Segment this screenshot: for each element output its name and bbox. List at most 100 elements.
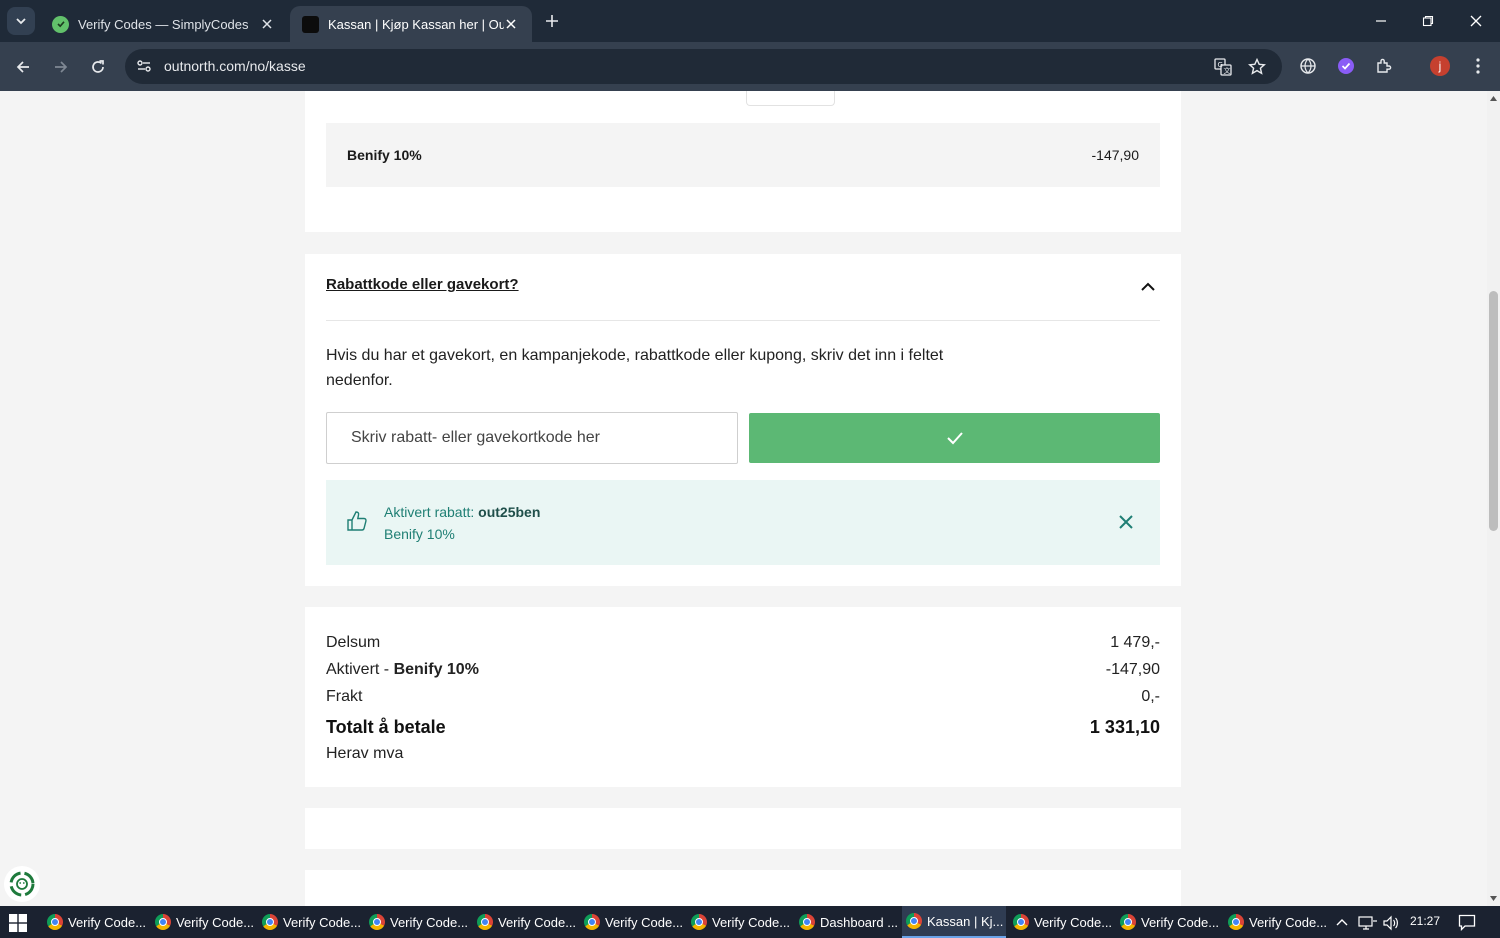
tab-title: Verify Codes — SimplyCodes (78, 16, 249, 32)
reload-button[interactable] (86, 55, 110, 79)
extensions-puzzle-icon[interactable] (1372, 54, 1396, 78)
empty-panel (305, 870, 1181, 906)
taskbar-item[interactable]: Verify Code... (1009, 906, 1113, 938)
plus-icon (546, 15, 558, 27)
discount-value: -147,90 (1105, 661, 1160, 678)
chrome-icon (369, 914, 385, 930)
minimize-button[interactable] (1368, 8, 1394, 34)
arrow-right-icon (55, 61, 68, 73)
taskbar-item[interactable]: Verify Code... (580, 906, 684, 938)
bookmark-star-icon[interactable] (1247, 57, 1267, 82)
chrome-icon (47, 914, 63, 930)
back-button[interactable] (11, 55, 35, 79)
tab-search-button[interactable] (7, 7, 35, 35)
order-summary-card: Delsum 1 479,- Aktivert - Benify 10% -14… (305, 607, 1181, 787)
active-discount-code: out25ben (478, 504, 541, 520)
taskbar-item[interactable]: Verify Code... (473, 906, 577, 938)
total-label: Totalt å betale (326, 717, 446, 737)
volume-icon[interactable] (1382, 915, 1400, 931)
subtotal-row: Delsum 1 479,- (326, 634, 1160, 652)
translate-icon[interactable]: G文 (1213, 57, 1233, 82)
taskbar-item[interactable]: Verify Code... (687, 906, 791, 938)
tray-icons (1335, 914, 1400, 932)
profile-avatar[interactable]: j (1430, 56, 1450, 76)
chrome-icon (477, 914, 493, 930)
taskbar-item[interactable]: Verify Code... (43, 906, 147, 938)
chevron-up-icon[interactable] (1335, 916, 1349, 930)
shipping-value: 0,- (1141, 688, 1160, 705)
taskbar-item-active[interactable]: Kassan | Kj... (902, 906, 1006, 938)
total-row: Totalt å betale 1 331,10 (326, 717, 1160, 738)
site-settings-icon[interactable] (135, 57, 153, 80)
floating-widget-button[interactable] (4, 866, 40, 902)
windows-taskbar: Verify Code... Verify Code... Verify Cod… (0, 906, 1500, 938)
arrow-left-icon (16, 61, 29, 73)
promo-description: Hvis du har et gavekort, en kampanjekode… (326, 347, 944, 389)
remove-discount-icon[interactable] (1117, 513, 1135, 531)
taskbar-item[interactable]: Verify Code... (258, 906, 362, 938)
taskbar-item[interactable]: Dashboard ... (795, 906, 899, 938)
checkmark-icon (946, 432, 963, 445)
promo-toggle[interactable]: Rabattkode eller gavekort? (326, 276, 519, 293)
chrome-icon (1013, 914, 1029, 930)
order-discount-row: Benify 10% -147,90 (326, 123, 1160, 187)
close-tab-icon[interactable] (258, 15, 276, 33)
active-discount-label: Aktivert rabatt: out25ben (384, 504, 541, 520)
page-scrollbar[interactable] (1487, 91, 1500, 906)
windows-start-icon[interactable] (9, 914, 27, 932)
outnorth-favicon-icon (302, 15, 319, 33)
chevron-up-icon[interactable] (1138, 277, 1158, 297)
scroll-up-arrow-icon[interactable] (1489, 94, 1498, 103)
chrome-icon (691, 914, 707, 930)
discount-row: Aktivert - Benify 10% -147,90 (326, 661, 1160, 679)
discount-amount: -147,90 (1091, 147, 1139, 163)
chrome-icon (799, 914, 815, 930)
total-value: 1 331,10 (1089, 717, 1160, 737)
tab-verify-codes[interactable]: Verify Codes — SimplyCodes (40, 6, 288, 42)
active-discount-name: Benify 10% (384, 526, 455, 542)
page-viewport: Benify 10% -147,90 Rabattkode eller gave… (0, 91, 1487, 906)
quantity-box-partial[interactable] (746, 91, 835, 106)
close-icon (1470, 15, 1482, 27)
svg-text:G: G (1218, 61, 1223, 69)
browser-toolbar: outnorth.com/no/kasse G文 (0, 42, 1500, 91)
shipping-row: Frakt 0,- (326, 688, 1160, 706)
chrome-icon (906, 913, 922, 929)
simplycodes-favicon-icon (52, 15, 69, 33)
network-icon[interactable] (1358, 915, 1378, 931)
recycle-logo-icon (9, 871, 35, 897)
order-lines-card: Benify 10% -147,90 (305, 91, 1181, 232)
restore-icon (1422, 15, 1434, 27)
svg-text:文: 文 (1224, 66, 1231, 75)
chrome-icon (262, 914, 278, 930)
promo-code-card: Rabattkode eller gavekort? Hvis du har e… (305, 254, 1181, 586)
taskbar-item[interactable]: Verify Code... (365, 906, 469, 938)
vat-row: Herav mva (326, 745, 1160, 763)
url-text[interactable]: outnorth.com/no/kasse (164, 58, 306, 74)
close-window-button[interactable] (1463, 8, 1489, 34)
forward-button[interactable] (49, 55, 73, 79)
subtotal-label: Delsum (326, 634, 381, 651)
scroll-down-arrow-icon[interactable] (1489, 894, 1498, 903)
address-bar[interactable]: outnorth.com/no/kasse G文 (125, 49, 1282, 84)
chrome-icon (155, 914, 171, 930)
notification-icon[interactable] (1458, 914, 1476, 931)
vat-label: Herav mva (326, 745, 404, 762)
globe-extension-icon[interactable] (1296, 54, 1320, 78)
divider (326, 320, 1160, 321)
browser-menu-icon[interactable] (1466, 54, 1490, 78)
tab-title: Kassan | Kjøp Kassan her | Outn (328, 16, 504, 32)
restore-button[interactable] (1415, 8, 1441, 34)
apply-code-button[interactable] (749, 413, 1160, 463)
new-tab-button[interactable] (541, 10, 563, 32)
promo-code-input[interactable] (326, 412, 738, 464)
taskbar-item[interactable]: Verify Code... (1224, 906, 1328, 938)
scrollbar-thumb[interactable] (1489, 291, 1498, 531)
close-tab-icon[interactable] (502, 15, 520, 33)
tab-kassan[interactable]: Kassan | Kjøp Kassan her | Outn (290, 6, 532, 42)
simplycodes-extension-icon[interactable] (1334, 54, 1358, 78)
clock[interactable]: 21:27 (1410, 914, 1440, 928)
shipping-label: Frakt (326, 688, 363, 705)
taskbar-item[interactable]: Verify Code... (1116, 906, 1220, 938)
taskbar-item[interactable]: Verify Code... (151, 906, 255, 938)
